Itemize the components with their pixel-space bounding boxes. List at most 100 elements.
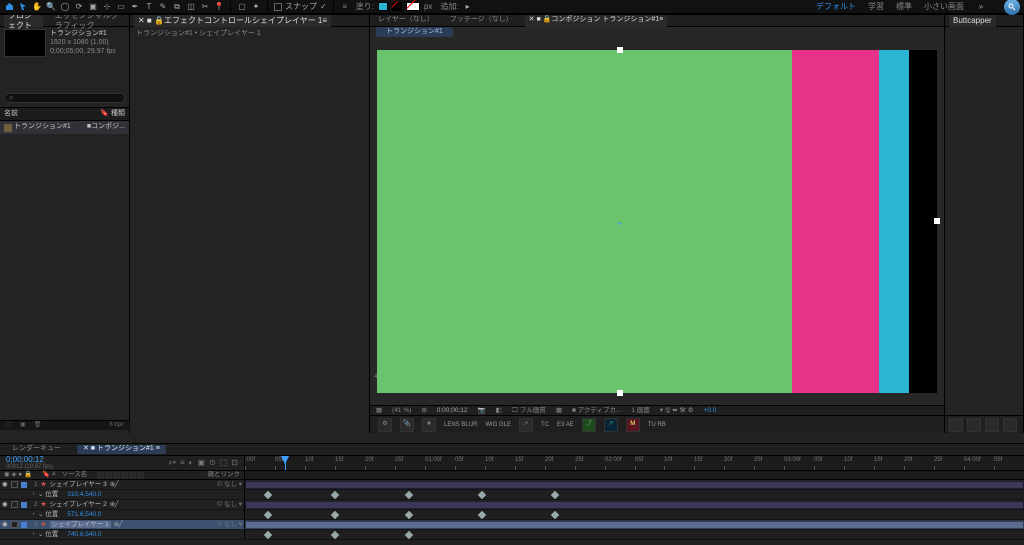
zoom-icon[interactable]: 🔍 [46,2,56,12]
cap-butt-icon[interactable] [949,418,963,432]
keyframe[interactable] [551,491,559,499]
tool-m-icon[interactable]: M [626,418,640,432]
viewer-exposure[interactable]: +0.0 [704,407,717,415]
solo-toggle[interactable] [11,521,18,528]
ws-learn[interactable]: 学習 [868,2,884,12]
keyframe[interactable] [264,531,272,539]
keyframe[interactable] [331,491,339,499]
chevron-icon[interactable]: ≡ [340,2,350,12]
layer-name[interactable]: シェイプレイヤー 2 [50,501,107,509]
tl-icon1[interactable]: ≡ [180,458,185,468]
hand-icon[interactable]: ✋ [32,2,42,12]
pen-icon[interactable]: ✒ [130,2,140,12]
fill-none-swatch[interactable] [392,2,402,11]
position-value[interactable]: 571.6,540.0 [67,511,101,519]
search-help-icon[interactable] [1004,0,1020,15]
tab-project[interactable]: プロジェクト [4,15,43,27]
tab-essential-graphics[interactable]: エッセンシャルグラフィック [51,15,125,27]
keyframe[interactable] [551,511,559,519]
stopwatch-icon[interactable]: ◔ [31,511,35,519]
ws-standard[interactable]: 標準 [896,2,912,12]
transform-handle[interactable] [617,47,623,53]
tab-footage-none[interactable]: フッテージ（なし） [446,15,517,27]
viewer-camera[interactable]: ■ アクティブカ... [572,407,621,415]
parent-pickwhip-icon[interactable]: © [217,501,222,509]
keyframe[interactable] [478,511,486,519]
tool-e3ae[interactable]: E3 AE [557,422,574,428]
eraser-icon[interactable]: ◫ [186,2,196,12]
cap-mixed-icon[interactable] [1003,418,1017,432]
tool-tc[interactable]: TC [541,422,549,428]
tab-render-queue[interactable]: レンダーキュー [6,445,67,453]
position-value[interactable]: 310.4,540.0 [67,491,101,499]
stopwatch-icon[interactable]: ◔ [31,531,35,539]
tab-composition[interactable]: ✕ ■ 🔒 コンポジション トランジション#1 ≡ [525,15,668,27]
tl-icon4[interactable]: ⊙ [209,458,216,468]
keyframe[interactable] [331,511,339,519]
parent-pickwhip-icon[interactable]: © [217,481,222,489]
trash-icon[interactable]: 🗑 [34,422,42,429]
keyframe[interactable] [405,511,413,519]
parent-pickwhip-icon[interactable]: © [217,521,222,529]
keyframe[interactable] [478,491,486,499]
layer-name[interactable]: シェイプレイヤー 1 [50,521,111,529]
viewer-canvas[interactable]: + [377,50,937,393]
tool-wiggle[interactable]: WIG GLE [485,422,511,428]
shape-layer-3-visual[interactable] [879,50,909,393]
ws-small[interactable]: 小さい画面 [924,2,964,12]
search-icon[interactable]: ⌕▾ [168,458,176,468]
clip-icon[interactable]: 📎 [400,418,414,432]
layer-name[interactable]: シェイプレイヤー 3 [50,481,107,489]
snap-toggle[interactable]: スナップ ✓ [274,2,327,12]
ws-default[interactable]: デフォルト [816,2,856,12]
prop-position[interactable]: ⌄ 位置 [38,531,58,539]
viewer-snapshot[interactable]: ◧ [496,407,502,415]
star-icon[interactable]: ★ [422,418,436,432]
current-time-indicator[interactable] [285,456,286,470]
orbit-icon[interactable]: ◯ [60,2,70,12]
anchor-point-icon[interactable]: + [617,219,622,229]
timeline-row[interactable]: ◉ 3 ★ シェイプレイヤー 1 ⊕╱ ©なし ▾ [0,520,1024,530]
bpc-label[interactable]: 8 bpc [109,422,124,429]
tab-timeline-comp[interactable]: ✕ ■ トランジション#1 ≡ [77,445,166,453]
project-row[interactable]: トランジション#1 ■ コンポジ... [0,121,129,133]
parent-dropdown[interactable]: なし ▾ [224,501,242,509]
tab-layer-none[interactable]: レイヤー（なし） [374,15,438,27]
rotate-icon[interactable]: ⟳ [74,2,84,12]
brush-icon[interactable]: ✎ [158,2,168,12]
camera-icon[interactable]: ▣ [88,2,98,12]
keyframe[interactable] [405,491,413,499]
text-icon[interactable]: T [144,2,154,12]
viewer-res-icon[interactable]: ⊞ [421,407,426,415]
visibility-toggle[interactable]: ◉ [2,481,8,489]
puppet-icon[interactable]: 📍 [214,2,224,12]
tl-icon6[interactable]: ⊡ [231,458,238,468]
project-col-name[interactable]: 名前 [4,110,18,118]
tab-buttcapper[interactable]: Buttcapper [949,15,996,27]
pan-behind-icon[interactable]: ⊹ [102,2,112,12]
color-label[interactable] [21,522,27,528]
roto-icon[interactable]: ✂ [200,2,210,12]
prop-position[interactable]: ⌄ 位置 [38,491,58,499]
keyframe[interactable] [264,491,272,499]
visibility-toggle[interactable]: ◉ [2,521,8,529]
viewer-views[interactable]: 1 画面 [631,407,649,415]
tool-lensblur[interactable]: LENS BLUR [444,422,477,428]
transform-handle[interactable] [617,390,623,396]
timeline-row[interactable]: ◉ 1 ★ シェイプレイヤー 3 ⊕╱ ©なし ▾ [0,480,1024,490]
shape-rect-icon[interactable]: ▢ [237,2,247,12]
col-source-name[interactable]: ソース名 [62,471,88,479]
viewer-comp-chip[interactable]: トランジション#1 [376,27,453,37]
add-chevron-icon[interactable]: ▸ [463,2,473,12]
parent-dropdown[interactable]: なし ▾ [224,521,242,529]
project-thumbnail[interactable] [4,29,46,57]
cap-round-icon[interactable] [967,418,981,432]
home-icon[interactable] [4,2,14,12]
stroke-swatch[interactable] [406,2,420,11]
layer-bar[interactable] [245,501,1024,509]
shape-star-icon[interactable]: ✦ [251,2,261,12]
tool-curve-icon[interactable]: ⤴ [582,418,596,432]
col-parent[interactable]: 親とリンク [208,471,241,479]
stamp-icon[interactable]: ⧉ [172,2,182,12]
shape-layer-1-visual[interactable] [377,50,792,393]
